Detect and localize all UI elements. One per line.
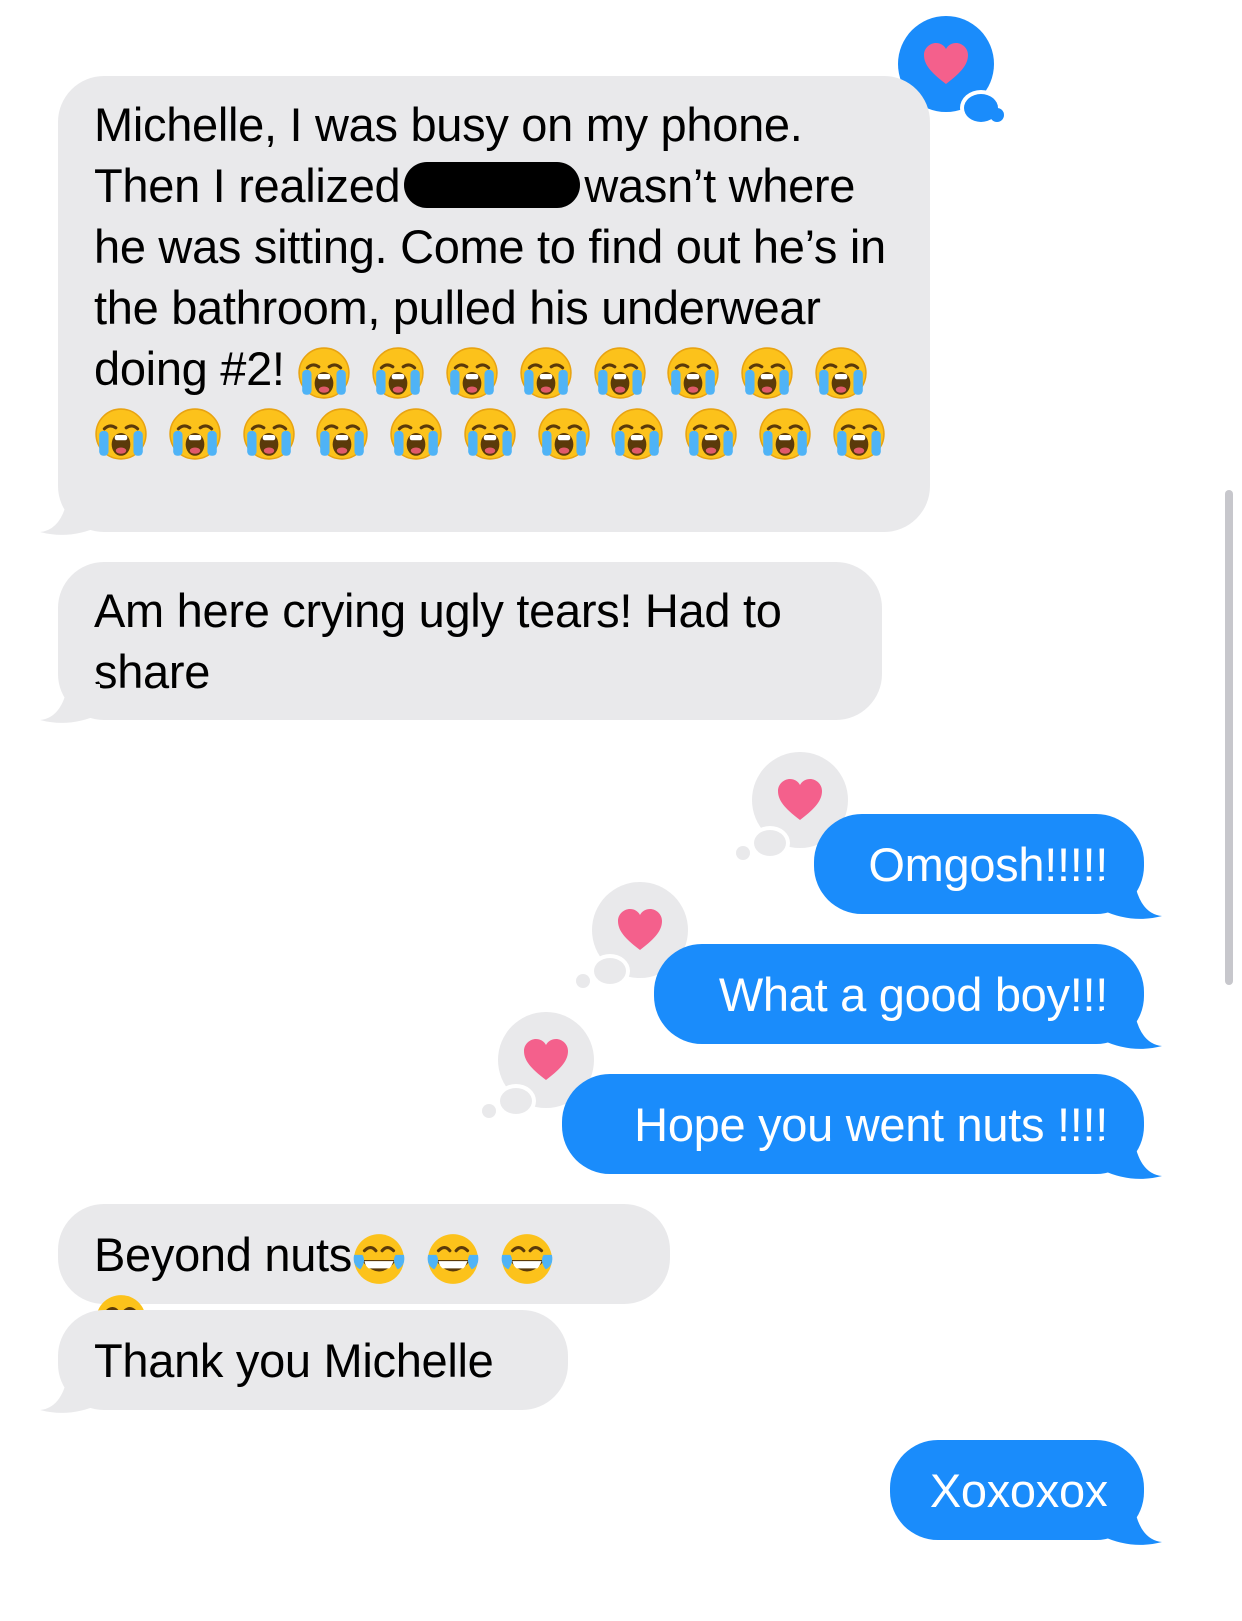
loudly-crying-face-icon — [371, 346, 425, 400]
bubble-tail — [1102, 1506, 1162, 1545]
message-sent-2[interactable]: What a good boy!!! — [654, 944, 1144, 1044]
face-with-tears-of-joy-icon — [426, 1232, 480, 1286]
loudly-crying-face-icon — [242, 407, 296, 461]
loudly-crying-face-icon — [684, 407, 738, 461]
redacted-name — [404, 162, 581, 208]
message-text: Thank you Michelle — [94, 1334, 494, 1387]
reaction-tail-dot — [576, 974, 590, 988]
loudly-crying-face-icon — [537, 407, 591, 461]
scrollbar[interactable] — [1225, 490, 1233, 985]
loudly-crying-face-icon — [740, 346, 794, 400]
message-text: What a good boy!!! — [718, 968, 1108, 1021]
bubble-tail — [1102, 1010, 1162, 1049]
loudly-crying-face-icon — [445, 346, 499, 400]
face-with-tears-of-joy-icon — [500, 1232, 554, 1286]
bubble-tail — [40, 1374, 100, 1413]
heart-icon — [776, 778, 824, 822]
message-text: Omgosh!!!!! — [868, 838, 1108, 891]
reaction-tail-dot — [482, 1104, 496, 1118]
loudly-crying-face-icon — [758, 407, 812, 461]
message-sent-1[interactable]: Omgosh!!!!! — [814, 814, 1144, 914]
heart-icon — [922, 42, 970, 86]
message-received-1[interactable]: Michelle, I was busy on my phone. Then I… — [58, 76, 930, 532]
message-received-2[interactable]: Am here crying ugly tears! Had to share — [58, 562, 882, 720]
loudly-crying-face-icon — [94, 407, 148, 461]
bubble-tail — [40, 684, 100, 723]
message-received-3[interactable]: Beyond nuts — [58, 1204, 670, 1304]
reaction-tail-dot — [594, 958, 626, 984]
reaction-tail-dot — [736, 846, 750, 860]
message-sent-3[interactable]: Hope you went nuts !!!! — [562, 1074, 1144, 1174]
message-text: Beyond nuts — [94, 1228, 352, 1281]
loudly-crying-face-icon — [463, 407, 517, 461]
face-with-tears-of-joy-icon — [352, 1232, 406, 1286]
loudly-crying-face-icon — [389, 407, 443, 461]
bubble-tail — [1102, 1140, 1162, 1179]
message-text: Am here crying ugly tears! Had to share — [94, 584, 782, 698]
loudly-crying-face-icon — [814, 346, 868, 400]
loudly-crying-face-icon — [297, 346, 351, 400]
loudly-crying-face-icon — [168, 407, 222, 461]
heart-icon — [616, 908, 664, 952]
bubble-tail — [1102, 880, 1162, 919]
loudly-crying-face-icon — [315, 407, 369, 461]
message-text: Hope you went nuts !!!! — [634, 1098, 1108, 1151]
reaction-tail-dot — [754, 830, 786, 856]
loudly-crying-face-icon — [610, 407, 664, 461]
loudly-crying-face-icon — [519, 346, 573, 400]
loudly-crying-face-icon — [593, 346, 647, 400]
reaction-tail-dot — [990, 108, 1004, 122]
message-received-4[interactable]: Thank you Michelle — [58, 1310, 568, 1410]
message-text: Xoxoxox — [929, 1464, 1108, 1517]
loudly-crying-face-icon — [832, 407, 886, 461]
heart-icon — [522, 1038, 570, 1082]
bubble-tail — [40, 496, 100, 535]
loudly-crying-face-icon — [666, 346, 720, 400]
reaction-tail-dot — [500, 1088, 532, 1114]
